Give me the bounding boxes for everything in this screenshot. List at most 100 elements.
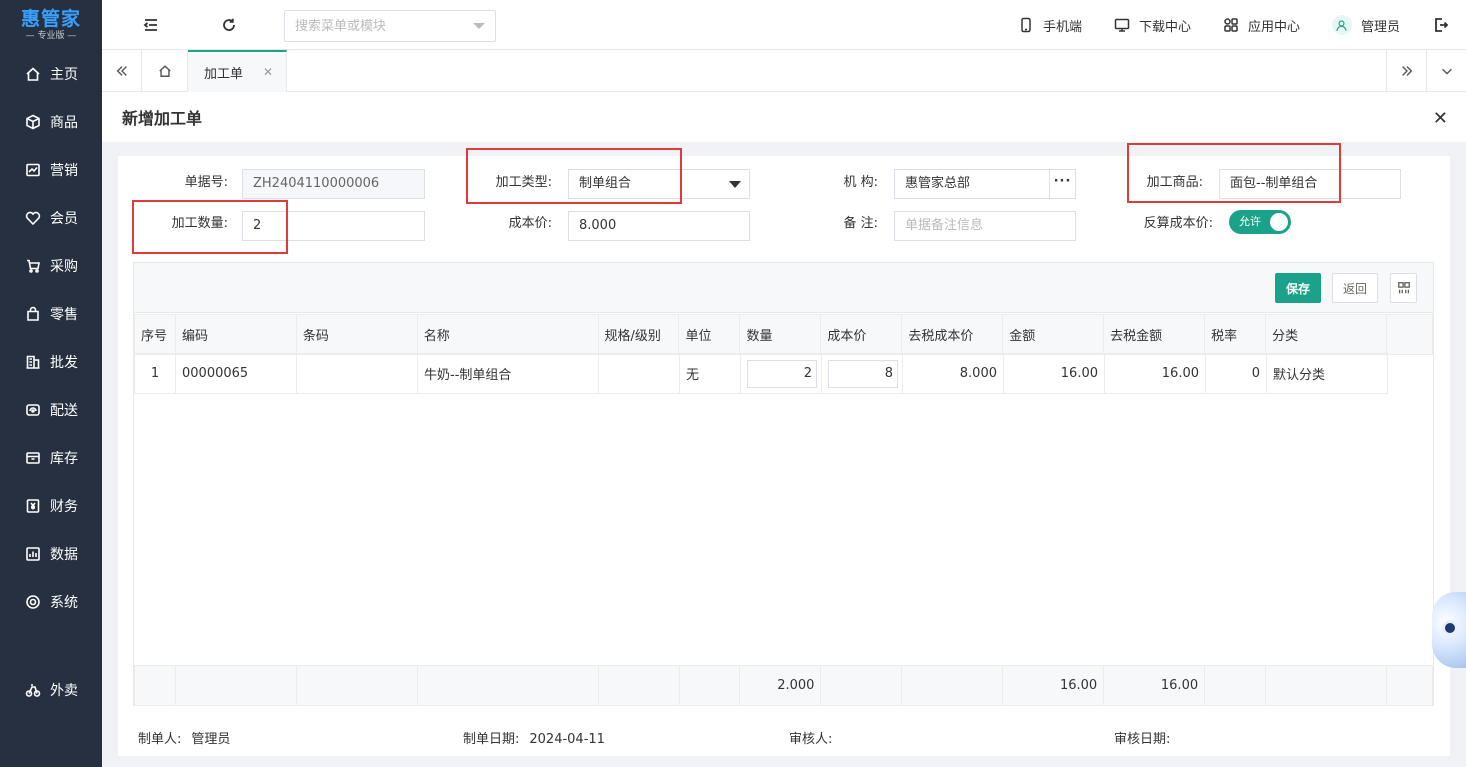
foot-amount-ex-total: 16.00 bbox=[1103, 665, 1206, 706]
more-dots-icon[interactable]: ··· bbox=[1049, 170, 1075, 198]
product-field[interactable]: 面包--制单组合 bbox=[1219, 169, 1401, 199]
sidebar-item-member[interactable]: 会员 bbox=[0, 194, 102, 242]
foot-amount-total: 16.00 bbox=[1002, 665, 1105, 706]
doc-no-label: 单据号: bbox=[184, 175, 228, 190]
sidebar-item-label: 库存 bbox=[50, 451, 78, 467]
column-settings-button[interactable] bbox=[1390, 273, 1417, 303]
sidebar-item-data[interactable]: 数据 bbox=[0, 530, 102, 578]
table-row[interactable]: 1 00000065 牛奶--制单组合 无 2 8 8.000 16.00 16… bbox=[134, 353, 1388, 394]
col-seq[interactable]: 序号 bbox=[134, 314, 176, 355]
tab-processing-order[interactable]: 加工单 ✕ bbox=[188, 50, 287, 92]
sidebar-item-label: 采购 bbox=[50, 259, 78, 275]
mobile-link[interactable]: 手机端 bbox=[1018, 16, 1082, 35]
close-icon[interactable]: ✕ bbox=[1433, 108, 1448, 129]
avatar bbox=[1331, 15, 1352, 35]
save-button[interactable]: 保存 bbox=[1275, 273, 1321, 303]
dialog-header: 新增加工单 ✕ bbox=[102, 92, 1466, 142]
col-blank bbox=[1385, 314, 1434, 355]
home-icon bbox=[24, 65, 42, 83]
remark-input[interactable]: 单据备注信息 bbox=[894, 211, 1076, 241]
search-input[interactable] bbox=[295, 18, 473, 34]
reverse-cost-label: 反算成本价: bbox=[1143, 216, 1213, 231]
sidebar-item-system[interactable]: 系统 bbox=[0, 578, 102, 626]
cost-label: 成本价: bbox=[508, 216, 552, 231]
logo: 惠管家 — 专业版 — bbox=[0, 0, 102, 50]
col-category[interactable]: 分类 bbox=[1265, 314, 1387, 355]
col-unit[interactable]: 单位 bbox=[678, 314, 741, 355]
org-field[interactable]: 惠管家总部 ··· bbox=[894, 169, 1076, 199]
sidebar-item-label: 数据 bbox=[50, 547, 78, 563]
cell-amount: 16.00 bbox=[1003, 353, 1105, 394]
sidebar-item-purchase[interactable]: 采购 bbox=[0, 242, 102, 290]
qty-input[interactable]: 2 bbox=[242, 211, 425, 241]
refresh-icon[interactable] bbox=[220, 16, 238, 34]
close-tab-icon[interactable]: ✕ bbox=[263, 65, 273, 79]
cell-qty: 2 bbox=[740, 353, 822, 394]
reverse-cost-toggle[interactable]: 允许 bbox=[1229, 210, 1291, 234]
cell-category: 默认分类 bbox=[1266, 353, 1388, 394]
search-select[interactable] bbox=[284, 10, 496, 42]
foot-cell bbox=[174, 665, 297, 706]
audit-date-label: 审核日期: bbox=[1114, 732, 1171, 747]
col-amount[interactable]: 金额 bbox=[1002, 314, 1105, 355]
cost-input[interactable]: 8.000 bbox=[568, 211, 750, 241]
tabs-scroll-left-button[interactable] bbox=[102, 50, 142, 92]
col-name[interactable]: 名称 bbox=[416, 314, 599, 355]
toggle-knob bbox=[1270, 213, 1288, 231]
sidebar-item-label: 批发 bbox=[50, 355, 78, 371]
sidebar-item-retail[interactable]: 零售 bbox=[0, 290, 102, 338]
menu-toggle-icon[interactable] bbox=[142, 16, 160, 34]
cart-icon bbox=[24, 257, 42, 275]
bar-chart-icon bbox=[24, 545, 42, 563]
columns-icon bbox=[1397, 282, 1410, 294]
sidebar-item-delivery[interactable]: 配送 bbox=[0, 386, 102, 434]
foot-cell bbox=[134, 665, 176, 706]
cell-name: 牛奶--制单组合 bbox=[417, 353, 599, 394]
app-center-link[interactable]: 应用中心 bbox=[1223, 16, 1300, 35]
sidebar-item-finance[interactable]: 财务 bbox=[0, 482, 102, 530]
sidebar-item-marketing[interactable]: 营销 bbox=[0, 146, 102, 194]
sidebar-item-takeout[interactable]: 外卖 bbox=[0, 666, 102, 714]
foot-cell bbox=[820, 665, 903, 706]
sidebar-item-wholesale[interactable]: 批发 bbox=[0, 338, 102, 386]
col-qty[interactable]: 数量 bbox=[739, 314, 822, 355]
col-code[interactable]: 编码 bbox=[174, 314, 297, 355]
chevron-down-icon bbox=[473, 23, 485, 29]
sidebar-item-goods[interactable]: 商品 bbox=[0, 98, 102, 146]
tabs-bar: 加工单 ✕ bbox=[102, 50, 1466, 92]
user-name: 管理员 bbox=[1360, 19, 1400, 35]
cell-seq: 1 bbox=[134, 353, 176, 394]
sidebar-item-inventory[interactable]: 库存 bbox=[0, 434, 102, 482]
col-amount-ex[interactable]: 去税金额 bbox=[1103, 314, 1206, 355]
grid-body: 1 00000065 牛奶--制单组合 无 2 8 8.000 16.00 16… bbox=[134, 353, 1388, 394]
type-select[interactable]: 制单组合 bbox=[568, 169, 750, 199]
sidebar-item-label: 零售 bbox=[50, 307, 78, 323]
qty-cell-input[interactable]: 2 bbox=[747, 359, 817, 388]
logout-icon[interactable] bbox=[1432, 16, 1450, 34]
tabs-menu-button[interactable] bbox=[1426, 50, 1466, 92]
dialog-title: 新增加工单 bbox=[122, 109, 203, 128]
tab-home[interactable] bbox=[142, 50, 188, 92]
col-spec[interactable]: 规格/级别 bbox=[597, 314, 680, 355]
col-tax[interactable]: 税率 bbox=[1204, 314, 1267, 355]
col-barcode[interactable]: 条码 bbox=[295, 314, 418, 355]
download-center-link[interactable]: 下载中心 bbox=[1114, 16, 1191, 35]
cell-cost: 8 bbox=[821, 353, 903, 394]
building-icon bbox=[24, 353, 42, 371]
col-cost-ex[interactable]: 去税成本价 bbox=[901, 314, 1004, 355]
cell-spec bbox=[598, 353, 680, 394]
foot-cell bbox=[1385, 665, 1434, 706]
heart-icon bbox=[24, 209, 42, 227]
product-label: 加工商品: bbox=[1146, 175, 1203, 190]
org-value: 惠管家总部 bbox=[905, 176, 971, 191]
user-menu[interactable]: 管理员 bbox=[1331, 15, 1400, 35]
sidebar-item-home[interactable]: 主页 bbox=[0, 50, 102, 98]
assistant-widget[interactable] bbox=[1432, 592, 1466, 668]
audit-date-info: 审核日期: bbox=[1114, 728, 1180, 747]
remark-label: 备 注: bbox=[843, 216, 878, 231]
maker-value: 管理员 bbox=[191, 732, 231, 747]
col-cost[interactable]: 成本价 bbox=[820, 314, 903, 355]
tabs-scroll-right-button[interactable] bbox=[1386, 50, 1426, 92]
cost-cell-input[interactable]: 8 bbox=[828, 359, 898, 388]
back-button[interactable]: 返回 bbox=[1332, 273, 1378, 303]
